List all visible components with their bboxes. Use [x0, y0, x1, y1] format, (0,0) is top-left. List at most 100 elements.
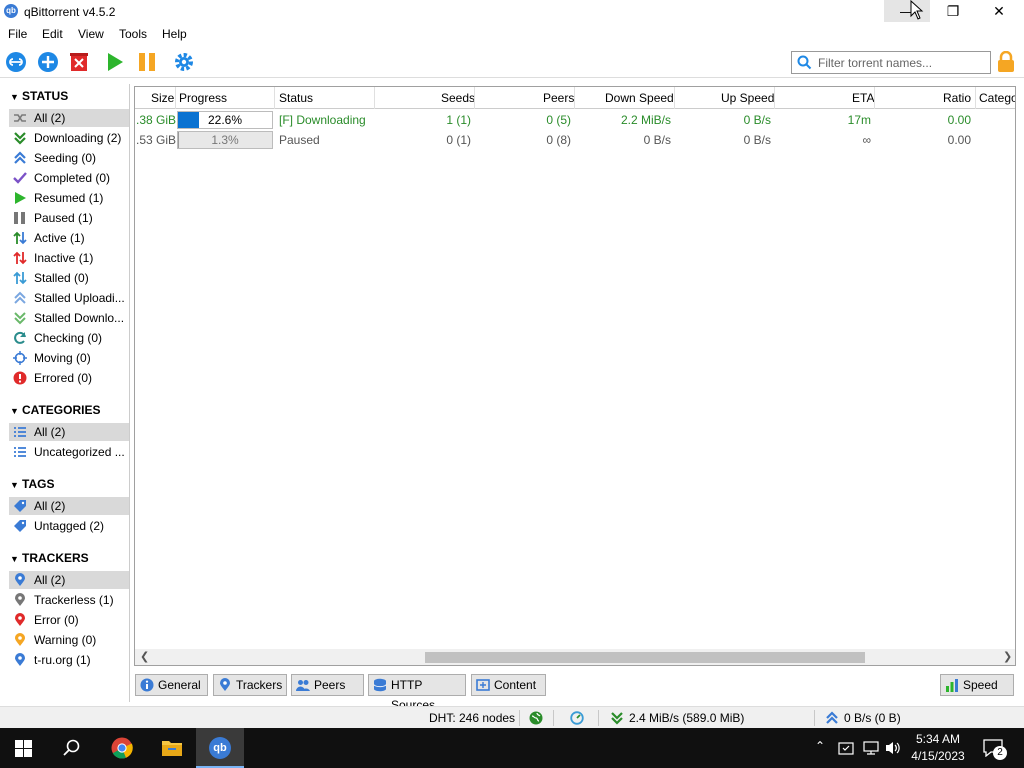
folder-content-icon	[476, 679, 490, 691]
column-category[interactable]: Catego	[979, 91, 1015, 105]
scroll-right-arrow-icon[interactable]: ❯	[1003, 650, 1012, 663]
taskbar-qbittorrent[interactable]: qb	[196, 728, 244, 768]
download-speed-icon	[611, 712, 623, 725]
status-divider	[598, 710, 599, 726]
windows-start-icon[interactable]	[15, 740, 32, 757]
cell-up-speed: 0 B/s	[743, 113, 771, 127]
status-section-header[interactable]: ▼ STATUS	[10, 89, 68, 103]
updown-arrows-red-icon	[13, 251, 27, 265]
security-icon[interactable]	[838, 740, 854, 756]
column-size[interactable]: Size	[151, 91, 174, 105]
status-divider	[519, 710, 520, 726]
table-header: Size Progress Status Seeds Peers Down Sp…	[135, 87, 1015, 109]
updown-arrows-blue-icon	[13, 271, 27, 285]
status-item-stalled-downloading[interactable]: Stalled Downlo...	[9, 309, 129, 327]
search-icon	[797, 55, 812, 70]
status-item-completed[interactable]: Completed (0)	[9, 169, 129, 187]
categories-section-header[interactable]: ▼ CATEGORIES	[10, 403, 100, 417]
menu-view[interactable]: View	[78, 27, 104, 41]
updown-arrows-icon	[13, 231, 27, 245]
status-item-downloading[interactable]: Downloading (2)	[9, 129, 129, 147]
cell-eta: ∞	[862, 133, 871, 147]
status-item-paused[interactable]: Paused (1)	[9, 209, 129, 227]
tab-content[interactable]: Content	[471, 674, 546, 696]
category-item-uncategorized[interactable]: Uncategorized ...	[9, 443, 129, 461]
search-icon[interactable]	[63, 739, 81, 757]
status-item-errored[interactable]: Errored (0)	[9, 369, 129, 387]
tag-item-untagged[interactable]: Untagged (2)	[9, 517, 129, 535]
upload-speed-icon	[826, 711, 838, 724]
add-torrent-icon[interactable]	[37, 51, 59, 73]
clock-time: 5:34 AM	[915, 732, 961, 746]
search-input[interactable]: Filter torrent names...	[791, 51, 991, 74]
status-item-checking[interactable]: Checking (0)	[9, 329, 129, 347]
trackers-section-header[interactable]: ▼ TRACKERS	[10, 551, 89, 565]
scroll-left-arrow-icon[interactable]: ❮	[140, 650, 149, 663]
status-item-stalled[interactable]: Stalled (0)	[9, 269, 129, 287]
tracker-item-warning[interactable]: Warning (0)	[9, 631, 129, 649]
network-icon[interactable]	[862, 740, 880, 756]
column-status[interactable]: Status	[279, 91, 313, 105]
tag-icon	[14, 520, 26, 532]
tags-section-header[interactable]: ▼ TAGS	[10, 477, 54, 491]
volume-icon[interactable]	[885, 740, 901, 756]
status-item-all[interactable]: All (2)	[9, 109, 129, 127]
status-item-inactive[interactable]: Inactive (1)	[9, 249, 129, 267]
map-pin-icon	[15, 573, 25, 586]
tag-item-all[interactable]: All (2)	[9, 497, 129, 515]
menu-tools[interactable]: Tools	[119, 27, 147, 41]
maximize-button[interactable]: ❐	[930, 0, 976, 22]
status-item-resumed[interactable]: Resumed (1)	[9, 189, 129, 207]
table-row[interactable]: .53 GiB 1.3% Paused 0 (1) 0 (8) 0 B/s 0 …	[135, 130, 1015, 150]
tracker-item-all[interactable]: All (2)	[9, 571, 129, 589]
table-row[interactable]: .38 GiB 22.6% [F] Downloading 1 (1) 0 (5…	[135, 110, 1015, 130]
speed-limit-gauge-icon[interactable]	[570, 711, 584, 725]
menu-file[interactable]: File	[8, 27, 27, 41]
tab-trackers[interactable]: Trackers	[213, 674, 287, 696]
options-gear-icon[interactable]	[173, 51, 195, 73]
qbittorrent-icon: qb	[209, 737, 231, 759]
map-pin-red-icon	[15, 613, 25, 626]
tracker-item-error[interactable]: Error (0)	[9, 611, 129, 629]
column-up-speed[interactable]: Up Speed	[721, 91, 774, 105]
chevron-down-icon: ▼	[10, 92, 19, 102]
taskbar-clock[interactable]: 5:34 AM 4/15/2023	[900, 731, 976, 765]
chevron-up-icon[interactable]: ⌃	[815, 739, 825, 753]
horizontal-scrollbar[interactable]: ❮ ❯	[135, 649, 1015, 665]
column-ratio[interactable]: Ratio	[943, 91, 971, 105]
cell-status: Paused	[279, 133, 320, 147]
tab-http-sources[interactable]: HTTP Sources	[368, 674, 466, 712]
menu-help[interactable]: Help	[162, 27, 187, 41]
status-item-active[interactable]: Active (1)	[9, 229, 129, 247]
tracker-item-trackerless[interactable]: Trackerless (1)	[9, 591, 129, 609]
column-progress[interactable]: Progress	[179, 91, 227, 105]
resume-icon[interactable]	[104, 51, 126, 73]
speed-button[interactable]: Speed	[940, 674, 1014, 696]
progress-fill	[178, 132, 180, 148]
category-item-all[interactable]: All (2)	[9, 423, 129, 441]
column-peers[interactable]: Peers	[543, 91, 574, 105]
menu-edit[interactable]: Edit	[42, 27, 63, 41]
status-item-stalled-uploading[interactable]: Stalled Uploadi...	[9, 289, 129, 307]
close-button[interactable]: ✕	[976, 0, 1022, 22]
column-seeds[interactable]: Seeds	[441, 91, 475, 105]
chrome-icon[interactable]	[111, 737, 133, 759]
tab-general[interactable]: General	[135, 674, 208, 696]
pause-icon[interactable]	[136, 51, 158, 73]
lock-icon[interactable]	[996, 51, 1016, 73]
file-explorer-icon[interactable]	[161, 738, 183, 758]
connection-globe-icon[interactable]	[529, 711, 543, 725]
add-link-icon[interactable]	[5, 51, 27, 73]
tab-peers[interactable]: Peers	[291, 674, 364, 696]
scrollbar-thumb[interactable]	[425, 652, 865, 663]
status-item-moving[interactable]: Moving (0)	[9, 349, 129, 367]
double-chevron-down-light-icon	[14, 312, 26, 325]
delete-icon[interactable]	[68, 51, 90, 73]
column-down-speed[interactable]: Down Speed	[605, 91, 674, 105]
status-item-seeding[interactable]: Seeding (0)	[9, 149, 129, 167]
taskbar: qb ⌃ 5:34 AM 4/15/2023 2	[0, 728, 1024, 768]
column-divider	[374, 87, 375, 109]
column-eta[interactable]: ETA	[852, 91, 874, 105]
map-pin-orange-icon	[15, 633, 25, 646]
tracker-item-t-ru-org[interactable]: t-ru.org (1)	[9, 651, 129, 669]
